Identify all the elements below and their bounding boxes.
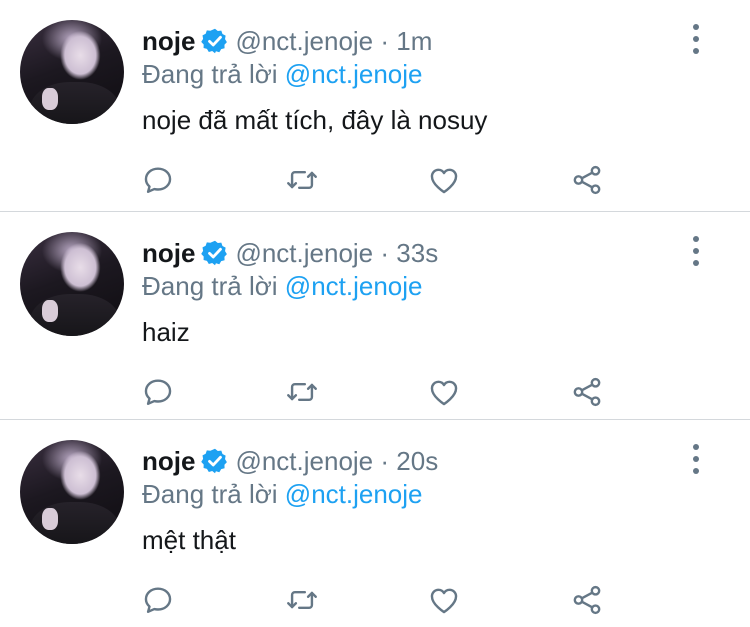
reply-button[interactable] xyxy=(138,160,178,200)
tweet-actions xyxy=(0,580,750,620)
retweet-button[interactable] xyxy=(282,372,322,412)
tweet[interactable]: noje @nct.jenoje · 20s Đang trả lời @nct… xyxy=(0,420,750,627)
share-icon xyxy=(573,165,601,195)
display-name[interactable]: noje xyxy=(142,237,195,269)
tweet-header: noje @nct.jenoje · 1m xyxy=(142,25,432,57)
handle[interactable]: @nct.jenoje xyxy=(235,26,373,56)
heart-icon xyxy=(430,168,458,194)
reply-button[interactable] xyxy=(138,372,178,412)
meta-separator: · xyxy=(380,446,390,476)
avatar[interactable] xyxy=(20,232,124,336)
handle[interactable]: @nct.jenoje xyxy=(235,238,373,268)
heart-icon xyxy=(430,588,458,614)
timestamp[interactable]: 20s xyxy=(396,446,438,476)
replying-to-label: Đang trả lời xyxy=(142,59,278,89)
handle[interactable]: @nct.jenoje xyxy=(235,446,373,476)
tweet-meta: @nct.jenoje · 33s xyxy=(235,237,438,269)
more-vertical-icon[interactable] xyxy=(683,444,709,474)
timestamp[interactable]: 33s xyxy=(396,238,438,268)
verified-badge-icon xyxy=(201,27,229,55)
tweet-header: noje @nct.jenoje · 20s xyxy=(142,445,438,477)
retweet-icon xyxy=(287,171,317,189)
replying-to-label: Đang trả lời xyxy=(142,479,278,509)
tweet-text: haiz xyxy=(142,317,190,347)
replying-to: Đang trả lời @nct.jenoje xyxy=(142,478,423,510)
tweet-header: noje @nct.jenoje · 33s xyxy=(142,237,438,269)
heart-icon xyxy=(430,380,458,406)
tweet-actions xyxy=(0,372,750,412)
avatar[interactable] xyxy=(20,20,124,124)
share-button[interactable] xyxy=(567,372,607,412)
verified-badge-icon xyxy=(201,239,229,267)
more-vertical-icon[interactable] xyxy=(683,236,709,266)
reply-bubble-icon xyxy=(144,167,172,193)
tweet[interactable]: noje @nct.jenoje · 33s Đang trả lời @nct… xyxy=(0,212,750,420)
retweet-button[interactable] xyxy=(282,160,322,200)
tweet-actions xyxy=(0,160,750,200)
tweet-meta: @nct.jenoje · 20s xyxy=(235,445,438,477)
share-button[interactable] xyxy=(567,580,607,620)
display-name[interactable]: noje xyxy=(142,25,195,57)
meta-separator: · xyxy=(380,238,390,268)
retweet-icon xyxy=(287,383,317,401)
tweet-feed: noje @nct.jenoje · 1m Đang trả lời @nct.… xyxy=(0,0,750,627)
tweet-text: noje đã mất tích, đây là nosuy xyxy=(142,105,488,135)
share-button[interactable] xyxy=(567,160,607,200)
reply-bubble-icon xyxy=(144,587,172,613)
display-name[interactable]: noje xyxy=(142,445,195,477)
share-icon xyxy=(573,585,601,615)
verified-badge-icon xyxy=(201,447,229,475)
replying-to-mention[interactable]: @nct.jenoje xyxy=(285,59,423,89)
replying-to-label: Đang trả lời xyxy=(142,271,278,301)
more-vertical-icon[interactable] xyxy=(683,24,709,54)
tweet-meta: @nct.jenoje · 1m xyxy=(235,25,432,57)
replying-to-mention[interactable]: @nct.jenoje xyxy=(285,479,423,509)
replying-to-mention[interactable]: @nct.jenoje xyxy=(285,271,423,301)
like-button[interactable] xyxy=(424,580,464,620)
reply-button[interactable] xyxy=(138,580,178,620)
timestamp[interactable]: 1m xyxy=(396,26,432,56)
like-button[interactable] xyxy=(424,160,464,200)
retweet-icon xyxy=(287,591,317,609)
replying-to: Đang trả lời @nct.jenoje xyxy=(142,58,423,90)
avatar[interactable] xyxy=(20,440,124,544)
like-button[interactable] xyxy=(424,372,464,412)
share-icon xyxy=(573,377,601,407)
retweet-button[interactable] xyxy=(282,580,322,620)
reply-bubble-icon xyxy=(144,379,172,405)
tweet[interactable]: noje @nct.jenoje · 1m Đang trả lời @nct.… xyxy=(0,0,750,212)
tweet-text: mệt thật xyxy=(142,525,236,555)
replying-to: Đang trả lời @nct.jenoje xyxy=(142,270,423,302)
meta-separator: · xyxy=(380,26,390,56)
